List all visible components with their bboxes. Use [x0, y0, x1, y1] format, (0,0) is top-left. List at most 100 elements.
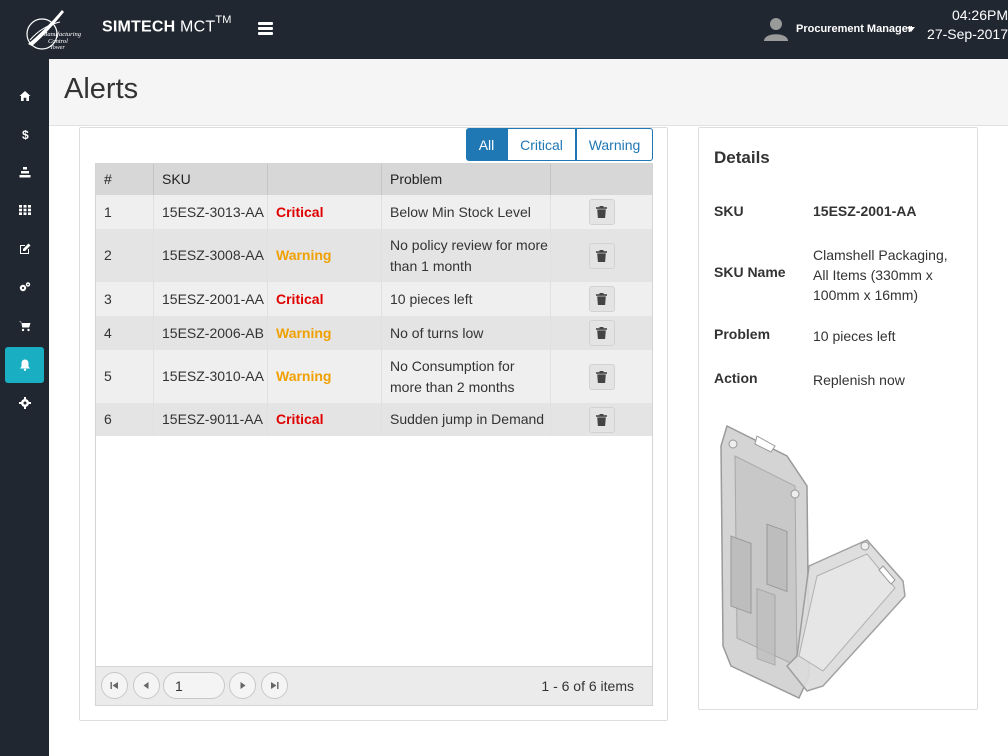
stack-icon — [19, 167, 30, 178]
sidebar-item-dashboard[interactable] — [5, 192, 44, 228]
row-actions — [551, 316, 652, 350]
user-menu[interactable]: Procurement Manager — [796, 23, 912, 35]
delete-button[interactable] — [588, 199, 615, 225]
trash-icon — [596, 249, 607, 262]
last-page-icon — [271, 682, 279, 689]
clock-date: 27-Sep-2017 — [927, 26, 1008, 42]
sidebar-item-edit[interactable] — [5, 231, 44, 267]
page-number-input[interactable] — [163, 672, 225, 699]
last-page-button[interactable] — [261, 672, 288, 699]
svg-text:Manufacturing: Manufacturing — [41, 31, 82, 38]
clock: 04:26PM 27-Sep-2017 — [918, 6, 1008, 44]
prev-page-icon — [143, 682, 149, 689]
delete-button[interactable] — [588, 406, 615, 433]
table-row[interactable]: 6 15ESZ-9011-AA Critical Sudden jump in … — [96, 403, 652, 436]
row-number: 5 — [96, 350, 154, 403]
row-number: 6 — [96, 403, 154, 436]
row-sku: 15ESZ-9011-AA — [154, 403, 268, 436]
row-actions — [551, 350, 652, 403]
delete-button[interactable] — [588, 242, 615, 269]
table-row[interactable]: 1 15ESZ-3013-AA Critical Below Min Stock… — [96, 195, 652, 229]
trash-icon — [596, 206, 607, 218]
grid-icon — [18, 205, 31, 215]
sidebar-item-alerts[interactable] — [5, 347, 44, 383]
alerts-table: # SKU Problem 1 15ESZ-3013-AA Critical B… — [95, 163, 653, 706]
first-page-button[interactable] — [101, 672, 128, 699]
trash-icon — [596, 370, 607, 383]
column-header-actions — [551, 164, 652, 195]
filter-warning-button[interactable]: Warning — [576, 128, 653, 161]
row-problem: 10 pieces left — [382, 282, 551, 316]
details-title: Details — [714, 148, 770, 167]
table-row[interactable]: 2 15ESZ-3008-AA Warning No policy review… — [96, 229, 652, 282]
svg-text:Control: Control — [48, 38, 68, 45]
row-level-warning: Warning — [268, 350, 382, 403]
row-level-warning: Warning — [268, 316, 382, 350]
cart-icon — [18, 321, 30, 332]
sku-name-label: SKU Name — [714, 264, 786, 280]
pager-info: 1 - 6 of 6 items — [541, 678, 634, 694]
gear-icon — [18, 397, 31, 409]
sidebar-item-orders[interactable] — [5, 308, 44, 344]
problem-value: 10 pieces left — [813, 328, 896, 344]
delete-button[interactable] — [588, 363, 615, 390]
alert-filter-group: All Critical Warning — [466, 128, 653, 161]
row-actions — [551, 195, 652, 229]
row-problem: No of turns low — [382, 316, 551, 350]
trash-icon — [596, 413, 607, 426]
delete-button[interactable] — [588, 320, 615, 346]
page-header: Alerts — [49, 59, 1008, 126]
table-row[interactable]: 5 15ESZ-3010-AA Warning No Consumption f… — [96, 350, 652, 403]
table-pager: 1 - 6 of 6 items — [96, 666, 652, 705]
menu-toggle-icon[interactable] — [258, 22, 273, 36]
row-sku: 15ESZ-3010-AA — [154, 350, 268, 403]
clock-time: 04:26PM — [951, 7, 1008, 23]
action-label: Action — [714, 370, 758, 386]
column-header-number[interactable]: # — [96, 164, 154, 195]
alerts-panel: All Critical Warning # SKU Problem 1 15E… — [79, 127, 668, 721]
details-panel: Details SKU 15ESZ-2001-AA SKU Name Clams… — [698, 127, 978, 710]
sku-name-value: Clamshell Packaging, All Items (330mm x … — [813, 247, 948, 303]
table-row[interactable]: 3 15ESZ-2001-AA Critical 10 pieces left — [96, 282, 652, 316]
trash-icon — [596, 327, 607, 339]
sidebar-item-settings-group[interactable] — [5, 269, 44, 305]
column-header-problem[interactable]: Problem — [382, 164, 551, 195]
page-title: Alerts — [64, 73, 139, 105]
row-problem: No policy review for more than 1 month — [382, 229, 551, 282]
row-level-critical: Critical — [268, 403, 382, 436]
sidebar: $ — [0, 59, 49, 756]
sidebar-item-settings[interactable] — [5, 385, 44, 421]
sku-value: 15ESZ-2001-AA — [813, 203, 917, 219]
product-image — [720, 424, 906, 700]
row-level-critical: Critical — [268, 195, 382, 229]
row-actions — [551, 403, 652, 436]
sidebar-item-inventory[interactable] — [5, 154, 44, 190]
prev-page-button[interactable] — [133, 672, 160, 699]
company-logo: Manufacturing Control Tower — [26, 10, 82, 51]
row-actions — [551, 282, 652, 316]
row-problem: Below Min Stock Level — [382, 195, 551, 229]
table-row[interactable]: 4 15ESZ-2006-AB Warning No of turns low — [96, 316, 652, 350]
row-sku: 15ESZ-2006-AB — [154, 316, 268, 350]
next-page-icon — [240, 682, 246, 689]
delete-button[interactable] — [588, 286, 615, 312]
next-page-button[interactable] — [229, 672, 256, 699]
svg-text:Tower: Tower — [50, 45, 65, 51]
column-header-level[interactable] — [268, 164, 382, 195]
row-level-warning: Warning — [268, 229, 382, 282]
sidebar-item-home[interactable] — [5, 78, 44, 114]
filter-all-button[interactable]: All — [466, 128, 507, 161]
chevron-down-icon[interactable] — [907, 27, 915, 32]
app-brand: SIMTECH MCTTM — [102, 14, 232, 36]
bell-icon — [19, 359, 30, 371]
row-sku: 15ESZ-3008-AA — [154, 229, 268, 282]
top-bar: Manufacturing Control Tower SIMTECH MCTT… — [0, 0, 1008, 59]
table-header: # SKU Problem — [96, 164, 652, 195]
cogs-icon — [19, 282, 30, 292]
user-avatar-icon[interactable] — [764, 17, 788, 41]
row-number: 4 — [96, 316, 154, 350]
sidebar-item-finance[interactable]: $ — [5, 116, 44, 152]
row-number: 3 — [96, 282, 154, 316]
filter-critical-button[interactable]: Critical — [507, 128, 576, 161]
column-header-sku[interactable]: SKU — [154, 164, 268, 195]
